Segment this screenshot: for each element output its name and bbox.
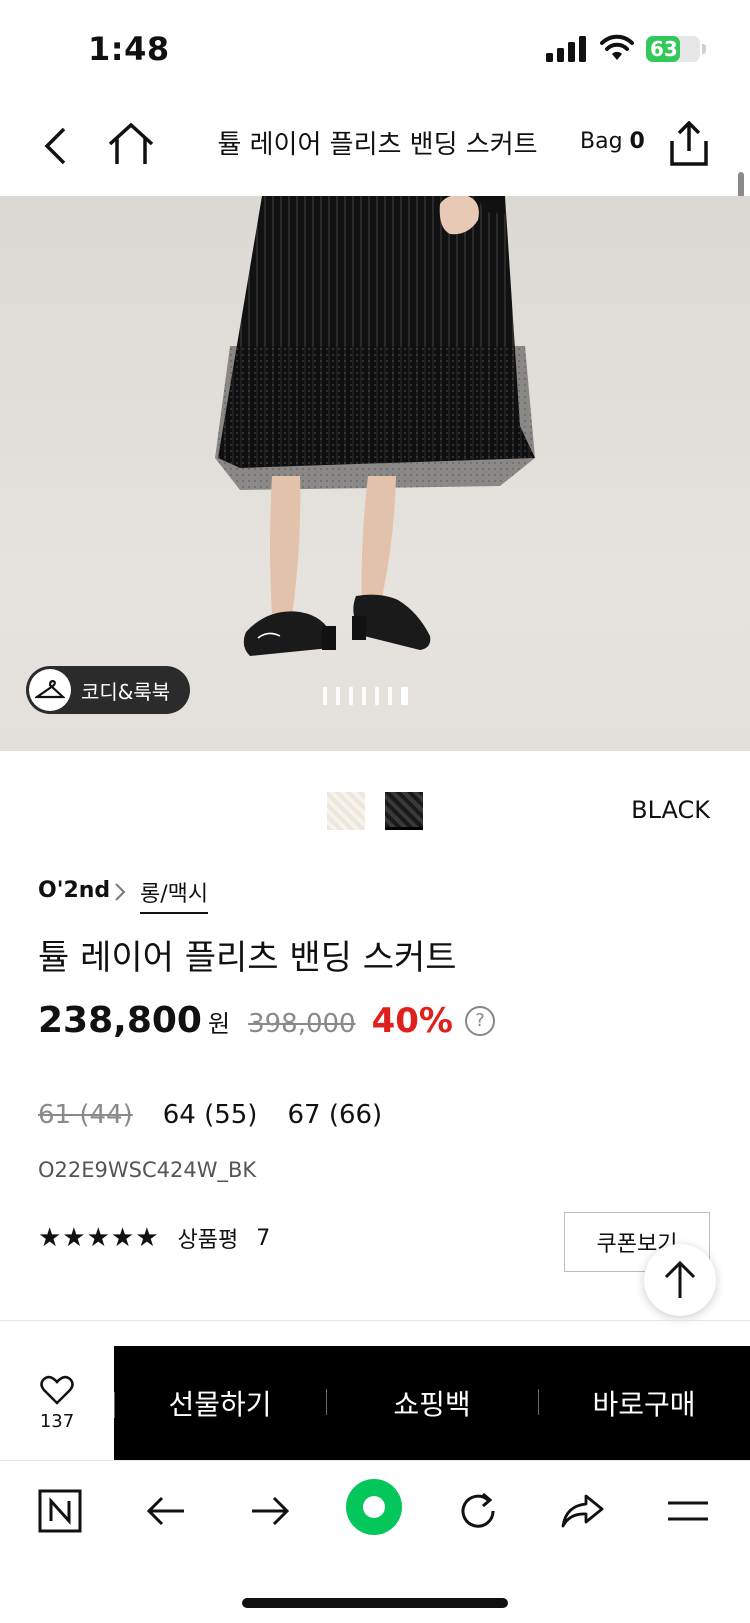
browser-forward-button[interactable] [240, 1481, 300, 1541]
page-dot[interactable] [323, 687, 327, 705]
currency: 원 [207, 1010, 231, 1038]
buy-now-button[interactable]: 바로구매 [538, 1383, 750, 1423]
status-bar: 1:48 63 [0, 0, 750, 96]
arrow-right-icon [252, 1496, 290, 1526]
selected-color: BLACK [631, 796, 710, 824]
gift-button[interactable]: 선물하기 [114, 1383, 326, 1423]
bag-label: Bag [580, 129, 623, 154]
arrow-left-icon [146, 1496, 184, 1526]
page-title: 튤 레이어 플리츠 밴딩 스커트 [217, 130, 538, 160]
home-button[interactable] [104, 116, 158, 172]
page-dot-active[interactable] [401, 687, 408, 705]
color-swatch-ivory[interactable] [327, 792, 365, 830]
product-code: O22E9WSC424W_BK [38, 1158, 257, 1182]
chevron-left-icon [44, 127, 66, 165]
battery-icon: 63 [646, 36, 700, 62]
page-dot[interactable] [375, 687, 379, 705]
bag-count: 0 [629, 129, 645, 154]
color-swatch-black[interactable] [385, 792, 423, 830]
wishlist-button[interactable]: 137 [0, 1346, 114, 1460]
purchase-action-bar: 선물하기 쇼핑백 바로구매 [114, 1346, 750, 1460]
browser-toolbar [0, 1460, 750, 1560]
app-header: 튤 레이어 플리츠 밴딩 스커트 Bag 0 [0, 96, 750, 196]
share-page-button[interactable] [552, 1481, 612, 1541]
hamburger-icon [668, 1501, 708, 1521]
page-dot[interactable] [362, 687, 366, 705]
size-list: 61 (44) 64 (55) 67 (66) [38, 1100, 382, 1130]
share-icon [670, 121, 708, 166]
brand-link[interactable]: O'2nd [38, 878, 110, 903]
size-option[interactable]: 67 (66) [287, 1100, 382, 1130]
home-icon [108, 122, 154, 164]
category-link[interactable]: 롱/맥시 [140, 876, 209, 914]
page-dot[interactable] [388, 687, 392, 705]
arrow-up-icon [664, 1260, 696, 1298]
naver-home-button[interactable] [30, 1481, 90, 1541]
chevron-right-icon [115, 883, 126, 901]
size-option[interactable]: 64 (55) [163, 1100, 258, 1130]
price-row: 238,800 원 398,000 40% ? [38, 1000, 495, 1041]
review-count: 7 [256, 1225, 271, 1251]
rating-row[interactable]: ★★★★★ 상품평 7 [38, 1222, 270, 1254]
review-label: 상품평 [177, 1228, 239, 1253]
wish-count: 137 [39, 1410, 75, 1432]
sale-price: 238,800 [38, 1000, 202, 1041]
heart-icon [40, 1375, 74, 1405]
green-dot-button[interactable] [344, 1477, 404, 1537]
bag-button[interactable]: Bag 0 [580, 129, 645, 154]
reload-icon [461, 1492, 495, 1528]
hanger-icon [29, 669, 71, 711]
battery-cap [702, 44, 706, 54]
lookbook-label: 코디&룩북 [81, 679, 171, 704]
lookbook-button[interactable]: 코디&룩북 [26, 666, 190, 714]
reload-button[interactable] [448, 1481, 508, 1541]
size-option-soldout: 61 (44) [38, 1100, 133, 1130]
share-button[interactable] [664, 116, 714, 172]
share-arrow-icon [561, 1494, 604, 1528]
help-icon[interactable]: ? [464, 1005, 495, 1036]
back-button[interactable] [30, 118, 80, 174]
image-pagination [323, 687, 408, 705]
naver-n-icon [38, 1489, 82, 1533]
signal-icon [546, 36, 586, 62]
home-indicator[interactable] [242, 1598, 508, 1608]
add-to-bag-button[interactable]: 쇼핑백 [326, 1383, 538, 1423]
product-name: 튤 레이어 플리츠 밴딩 스커트 [38, 938, 457, 978]
divider [0, 1320, 750, 1321]
star-rating: ★★★★★ [38, 1223, 160, 1253]
green-dot-icon [346, 1479, 402, 1535]
original-price: 398,000 [248, 1009, 356, 1039]
divider [114, 1392, 115, 1418]
menu-button[interactable] [658, 1481, 718, 1541]
browser-back-button[interactable] [136, 1481, 196, 1541]
status-time: 1:48 [88, 30, 170, 68]
page-dot[interactable] [336, 687, 340, 705]
wifi-icon [600, 34, 634, 60]
battery-level: 63 [650, 37, 678, 61]
page-dot[interactable] [349, 687, 353, 705]
scroll-top-button[interactable] [644, 1244, 716, 1316]
discount-rate: 40% [371, 1001, 453, 1041]
